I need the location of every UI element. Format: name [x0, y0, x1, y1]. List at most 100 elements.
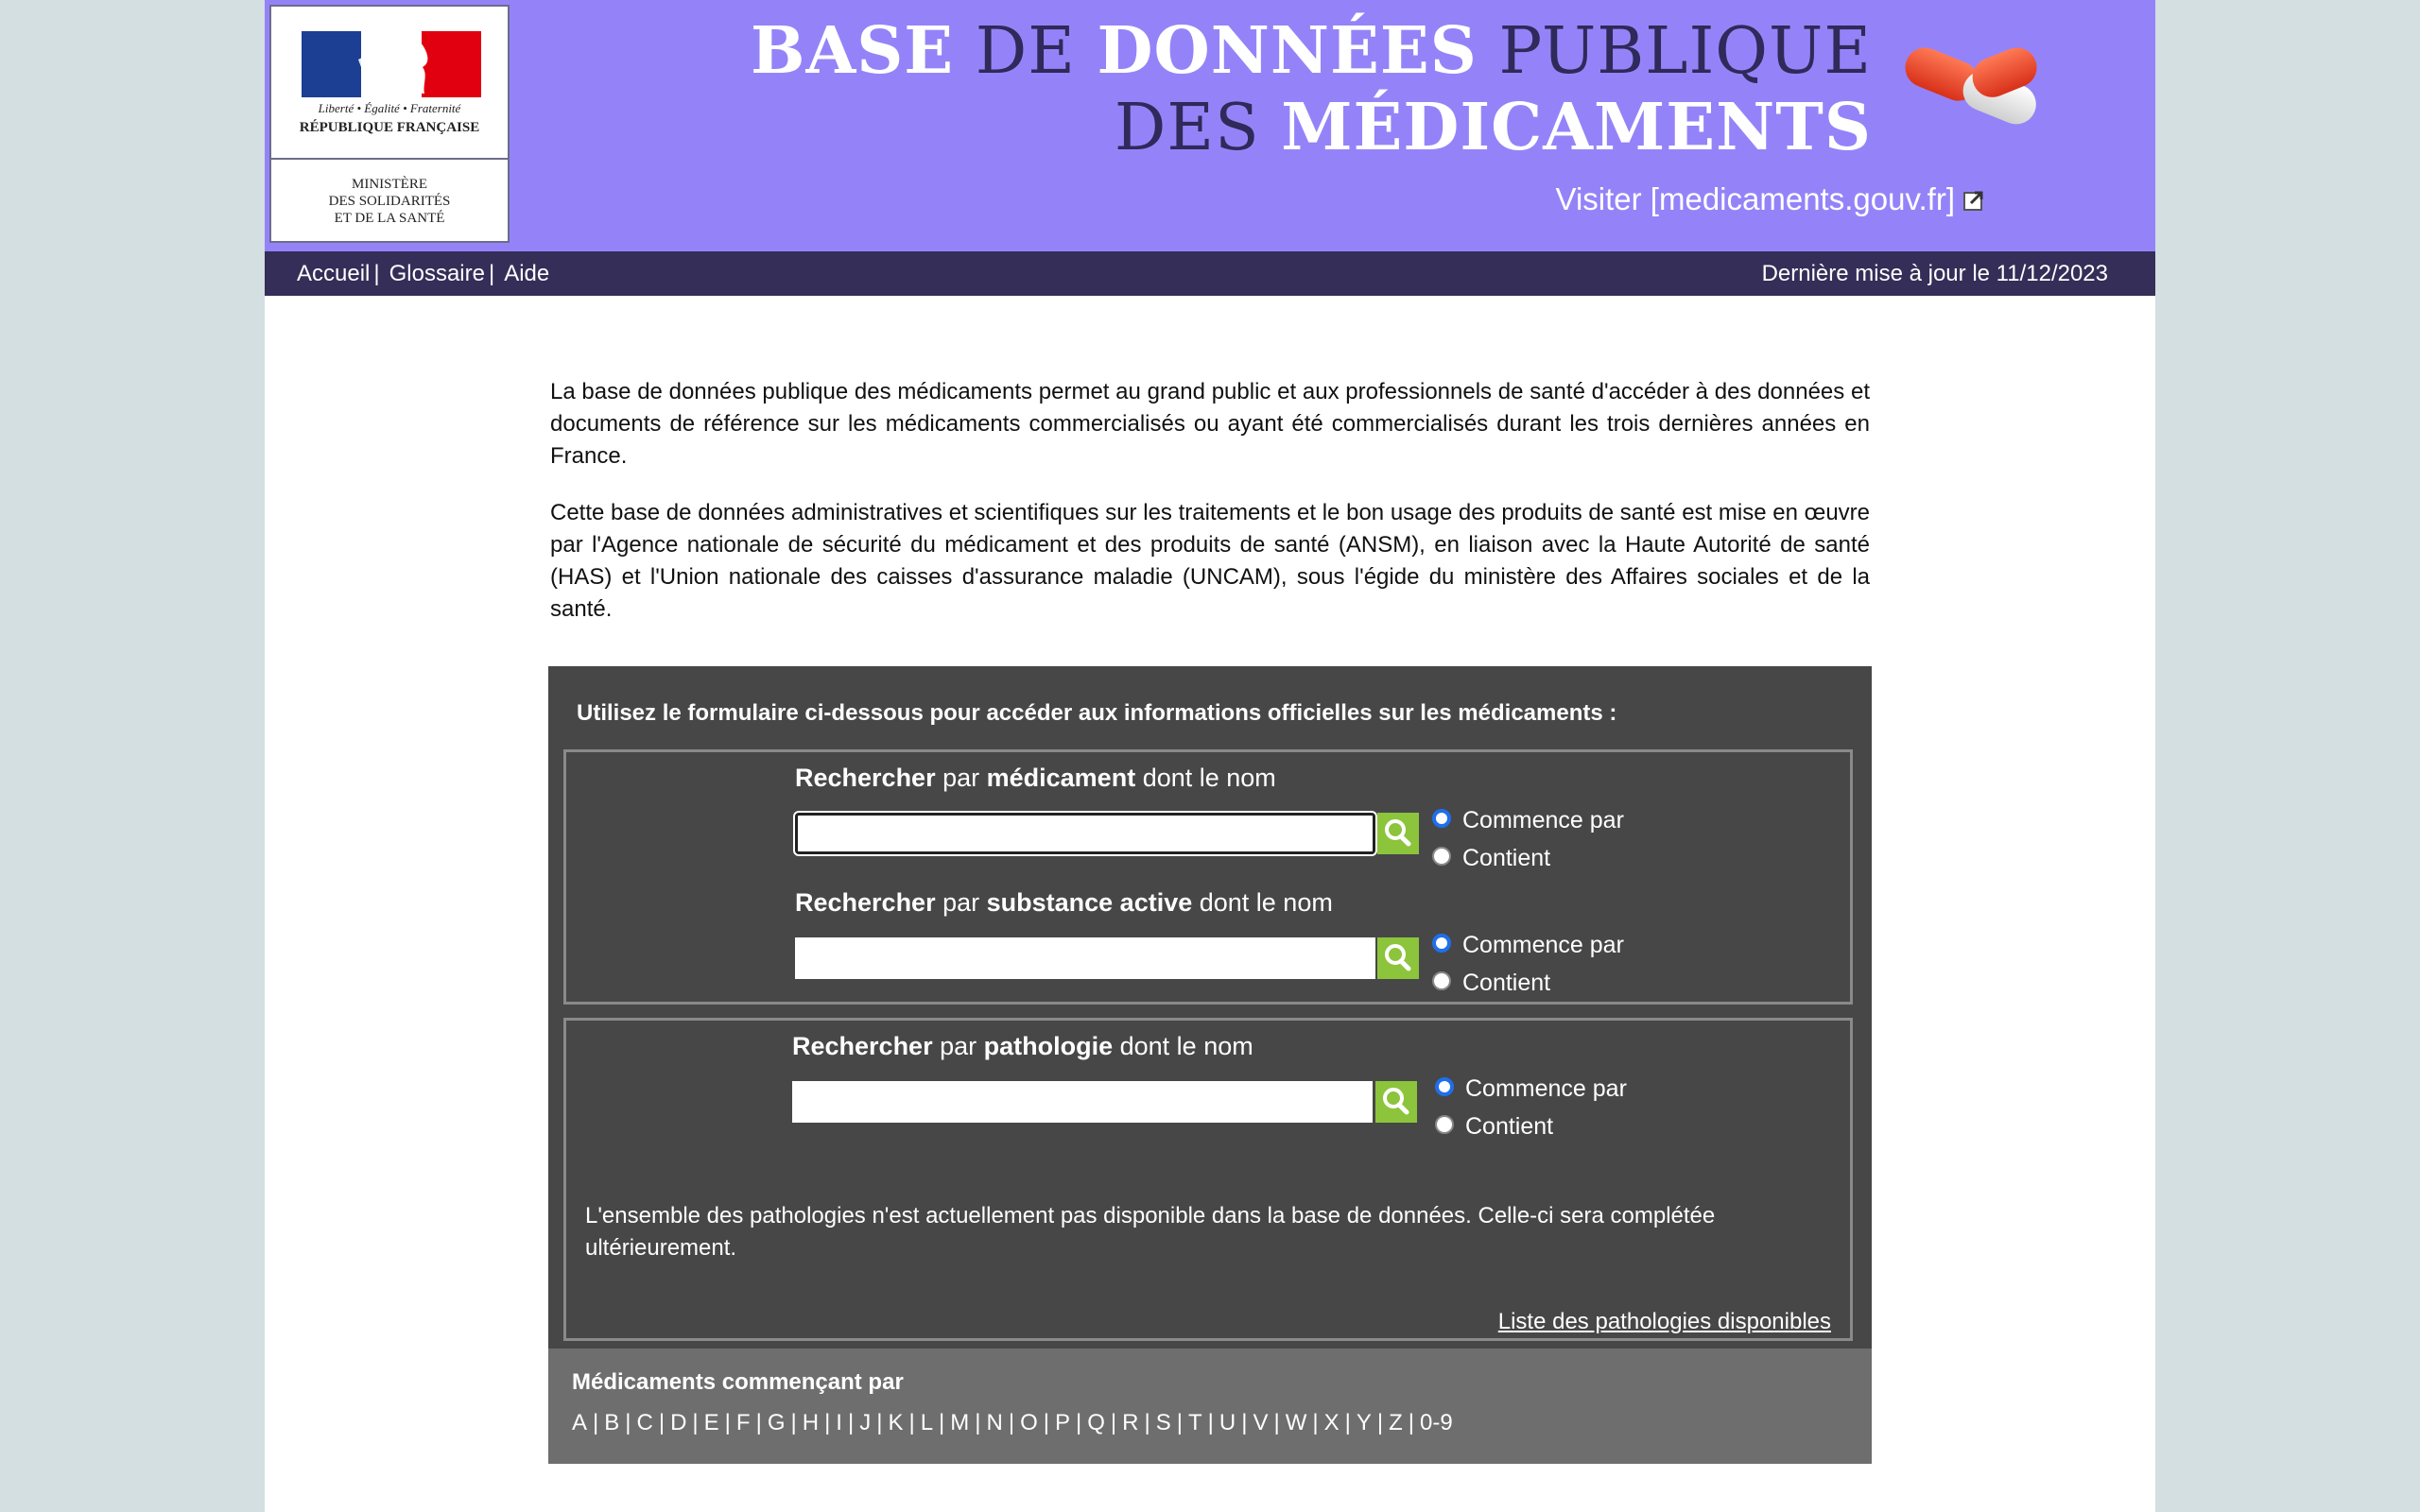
nav-separator: |: [488, 261, 495, 286]
logo-ministry-line-1: MINISTÈRE: [352, 177, 427, 192]
alphabet-letter-link[interactable]: N: [987, 1410, 1003, 1435]
alphabet-letter-link[interactable]: F: [736, 1410, 751, 1435]
alphabet-separator: |: [1076, 1410, 1082, 1435]
page: Liberté • Égalité • Fraternité RÉPUBLIQU…: [265, 0, 2155, 1512]
alphabet-letter-link[interactable]: I: [836, 1410, 842, 1435]
radio-medicament-starts-with[interactable]: Commence par: [1432, 807, 1624, 834]
nav-glossaire[interactable]: Glossaire: [389, 261, 485, 286]
header-banner: Liberté • Égalité • Fraternité RÉPUBLIQU…: [265, 0, 2155, 251]
alphabet-separator: |: [1241, 1410, 1248, 1435]
search-substance-input[interactable]: [795, 937, 1375, 979]
alphabet-letter-link[interactable]: 0-9: [1420, 1410, 1453, 1435]
radio-medicament-contains[interactable]: Contient: [1432, 845, 1550, 872]
label-suffix: dont le nom: [1192, 888, 1333, 917]
pathologie-note: L'ensemble des pathologies n'est actuell…: [585, 1203, 1716, 1261]
radio-label: Commence par: [1465, 1075, 1627, 1102]
alphabet-letter-link[interactable]: R: [1122, 1410, 1138, 1435]
intro-paragraph-1: La base de données publique des médicame…: [550, 379, 1870, 469]
search-pathologie-button[interactable]: [1375, 1081, 1417, 1123]
radio-pathologie-starts-with[interactable]: Commence par: [1435, 1075, 1627, 1103]
radio-button[interactable]: [1432, 847, 1451, 866]
alphabet-separator: |: [975, 1410, 981, 1435]
radio-label: Contient: [1462, 970, 1551, 996]
alphabet-separator: |: [1408, 1410, 1415, 1435]
magnifier-icon: [1385, 819, 1411, 847]
government-logo[interactable]: Liberté • Égalité • Fraternité RÉPUBLIQU…: [269, 5, 510, 243]
search-pathologie-input[interactable]: [792, 1081, 1373, 1123]
alphabet-letter-link[interactable]: C: [637, 1410, 653, 1435]
magnifier-icon: [1383, 1088, 1409, 1115]
alphabet-letter-link[interactable]: O: [1020, 1410, 1038, 1435]
alphabet-letter-link[interactable]: T: [1188, 1410, 1202, 1435]
alphabet-letter-link[interactable]: D: [670, 1410, 686, 1435]
alphabet-letter-link[interactable]: V: [1253, 1410, 1268, 1435]
site-title[interactable]: BASE DE DONNÉES PUBLIQUE DES MÉDICAMENTS: [751, 13, 1872, 166]
alphabet-letter-link[interactable]: Q: [1087, 1410, 1105, 1435]
radio-button[interactable]: [1435, 1115, 1454, 1134]
search-medicament-label: Rechercher par médicament dont le nom: [795, 764, 1276, 793]
alphabet-letter-link[interactable]: H: [803, 1410, 819, 1435]
alphabet-separator: |: [1273, 1410, 1280, 1435]
alphabet-separator: |: [824, 1410, 831, 1435]
logo-divider: [271, 158, 508, 160]
alphabet-letter-link[interactable]: M: [950, 1410, 969, 1435]
capsule-icon: [1905, 47, 2037, 125]
radio-button-selected[interactable]: [1435, 1077, 1454, 1096]
alphabet-letter-link[interactable]: Y: [1357, 1410, 1372, 1435]
logo-motto: Liberté • Égalité • Fraternité: [318, 101, 461, 115]
label-mid: par: [935, 764, 987, 792]
alphabet-separator: |: [908, 1410, 915, 1435]
alphabet-letter-link[interactable]: J: [859, 1410, 871, 1435]
visit-medicaments-link[interactable]: Visiter [medicaments.gouv.fr]: [1556, 181, 1985, 217]
alphabet-separator: |: [593, 1410, 599, 1435]
alphabet-letter-link[interactable]: L: [921, 1410, 933, 1435]
alphabet-separator: |: [1312, 1410, 1319, 1435]
alphabet-separator: |: [755, 1410, 762, 1435]
alphabet-separator: |: [1144, 1410, 1150, 1435]
label-mid: par: [935, 888, 987, 917]
alphabet-letter-link[interactable]: P: [1055, 1410, 1070, 1435]
alphabet-letter-link[interactable]: U: [1219, 1410, 1236, 1435]
radio-pathologie-contains[interactable]: Contient: [1435, 1113, 1553, 1141]
label-prefix: Rechercher: [795, 888, 936, 917]
external-link-icon: [1963, 191, 1983, 211]
logo-republic: RÉPUBLIQUE FRANÇAISE: [299, 120, 480, 135]
alphabet-letter-link[interactable]: K: [888, 1410, 903, 1435]
nav-accueil[interactable]: Accueil: [297, 261, 370, 286]
nav-aide[interactable]: Aide: [504, 261, 549, 286]
label-suffix: dont le nom: [1113, 1032, 1253, 1060]
alphabet-letter-link[interactable]: Z: [1389, 1410, 1403, 1435]
label-prefix: Rechercher: [792, 1032, 933, 1060]
pathologie-search-group: Rechercher par pathologie dont le nom Co…: [563, 1018, 1853, 1341]
radio-button-selected[interactable]: [1432, 809, 1451, 828]
search-substance-button[interactable]: [1377, 937, 1419, 979]
search-medicament-button[interactable]: [1377, 813, 1419, 854]
alphabet-separator: |: [1043, 1410, 1049, 1435]
label-keyword: substance active: [986, 888, 1193, 917]
marianne-flag-icon: [302, 31, 481, 97]
alphabet-letter-link[interactable]: A: [572, 1410, 587, 1435]
radio-label: Commence par: [1462, 807, 1624, 833]
search-pathologie-label: Rechercher par pathologie dont le nom: [792, 1032, 1253, 1061]
title-word: PUBLIQUE: [1477, 14, 1872, 89]
label-suffix: dont le nom: [1135, 764, 1276, 792]
title-word: DONNÉES: [1097, 13, 1478, 89]
label-prefix: Rechercher: [795, 764, 936, 792]
radio-substance-contains[interactable]: Contient: [1432, 970, 1550, 997]
alphabet-letter-link[interactable]: S: [1156, 1410, 1171, 1435]
alphabet-letter-link[interactable]: G: [768, 1410, 786, 1435]
search-panel-intro: Utilisez le formulaire ci-dessous pour a…: [577, 700, 1617, 726]
search-medicament-input[interactable]: [795, 813, 1375, 854]
title-word: BASE: [750, 13, 955, 89]
radio-button-selected[interactable]: [1432, 934, 1451, 953]
label-mid: par: [932, 1032, 984, 1060]
alphabet-letter-link[interactable]: X: [1324, 1410, 1340, 1435]
radio-substance-starts-with[interactable]: Commence par: [1432, 932, 1624, 959]
alphabet-index-title: Médicaments commençant par: [572, 1369, 904, 1395]
nav-separator: |: [373, 261, 380, 286]
alphabet-letter-link[interactable]: E: [704, 1410, 719, 1435]
radio-button[interactable]: [1432, 971, 1451, 990]
pathologie-list-link[interactable]: Liste des pathologies disponibles: [1498, 1309, 1831, 1335]
alphabet-letter-link[interactable]: B: [604, 1410, 619, 1435]
alphabet-letter-link[interactable]: W: [1286, 1410, 1307, 1435]
